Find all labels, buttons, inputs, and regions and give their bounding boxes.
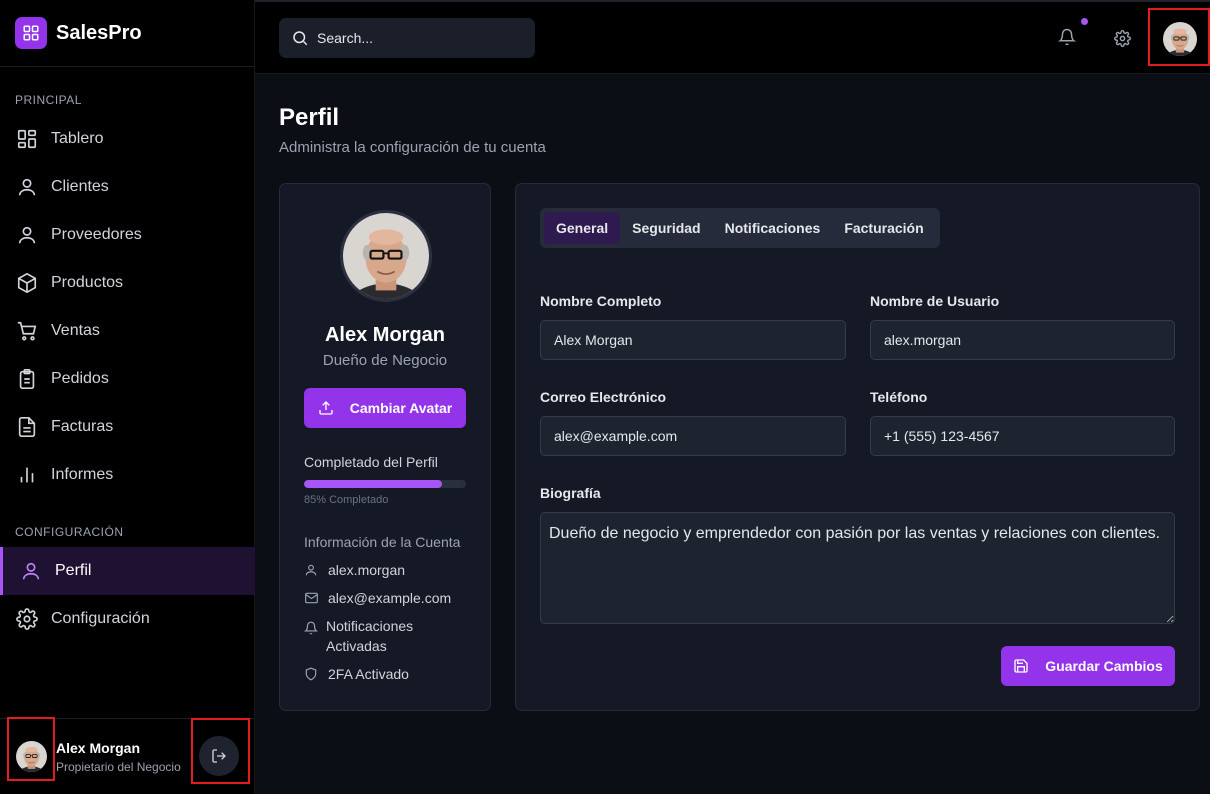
user-icon [15, 175, 39, 199]
section-label-configuracion: CONFIGURACIÓN [15, 525, 124, 539]
settings-card: General Seguridad Notificaciones Factura… [515, 183, 1200, 711]
sidebar-item-label: Configuración [51, 610, 150, 627]
completion-text: 85% Completado [304, 494, 389, 506]
shield-icon [304, 664, 320, 686]
profile-avatar [340, 210, 432, 302]
change-avatar-button[interactable]: Cambiar Avatar [304, 388, 466, 428]
email-label: Correo Electrónico [540, 389, 667, 405]
tab-facturacion[interactable]: Facturación [832, 212, 935, 244]
main-content: Perfil Administra la configuración de tu… [255, 74, 1210, 794]
save-label: Guardar Cambios [1045, 658, 1163, 674]
sidebar-item-label: Tablero [51, 130, 104, 147]
sidebar-item-label: Facturas [51, 418, 114, 435]
logout-button[interactable] [199, 736, 239, 776]
sidebar-item-configuracion[interactable]: Configuración [0, 595, 255, 643]
settings-button[interactable] [1114, 30, 1131, 52]
notification-badge [1081, 18, 1088, 25]
sidebar-item-label: Productos [51, 274, 124, 291]
full-name-field[interactable] [540, 320, 846, 360]
completion-progress-bar [304, 480, 466, 488]
brand-name: SalesPro [56, 21, 142, 44]
footer-user-role: Propietario del Negocio [56, 760, 181, 774]
bar-chart-icon [15, 463, 39, 487]
account-info-row: alex@example.com [304, 588, 451, 610]
account-notifications: Notificaciones Activadas [326, 618, 414, 654]
file-icon [15, 415, 39, 439]
tab-notificaciones[interactable]: Notificaciones [713, 212, 833, 244]
profile-role: Dueño de Negocio [322, 352, 448, 369]
account-info-row: alex.morgan [304, 560, 405, 582]
notifications-button[interactable] [1057, 28, 1077, 51]
account-2fa: 2FA Activado [328, 666, 409, 682]
sidebar-item-label: Proveedores [51, 226, 142, 243]
bell-icon [1057, 28, 1077, 46]
cart-icon [15, 319, 39, 343]
page-subtitle: Administra la configuración de tu cuenta [279, 139, 546, 156]
section-label-principal: PRINCIPAL [15, 93, 82, 107]
save-icon [1014, 659, 1028, 673]
search-box[interactable] [279, 18, 535, 58]
sidebar-item-label: Informes [51, 466, 114, 483]
tab-general[interactable]: General [544, 212, 621, 244]
sidebar-item-ventas[interactable]: Ventas [0, 307, 255, 355]
sidebar-item-proveedores[interactable]: Proveedores [0, 211, 255, 259]
account-info-row: 2FA Activado [304, 664, 409, 686]
username-label: Nombre de Usuario [870, 293, 1000, 309]
bell-icon [303, 616, 319, 640]
sidebar-item-productos[interactable]: Productos [0, 259, 255, 307]
sidebar-item-clientes[interactable]: Clientes [0, 163, 255, 211]
sidebar-item-perfil[interactable]: Perfil [0, 547, 255, 595]
clipboard-icon [15, 367, 39, 391]
settings-tabs: General Seguridad Notificaciones Factura… [540, 208, 940, 248]
username-field[interactable] [870, 320, 1175, 360]
box-icon [15, 271, 39, 295]
change-avatar-label: Cambiar Avatar [349, 400, 453, 416]
user-icon [15, 223, 39, 247]
topbar [255, 0, 1210, 74]
brand[interactable]: SalesPro [0, 0, 254, 67]
sidebar-item-label: Clientes [51, 178, 109, 195]
upload-icon [319, 401, 333, 415]
avatar[interactable] [16, 741, 47, 772]
gear-icon [1114, 30, 1131, 47]
account-username: alex.morgan [328, 562, 406, 578]
user-icon [19, 559, 43, 583]
account-email: alex@example.com [328, 590, 452, 606]
completion-progress-fill [304, 480, 442, 488]
sidebar-item-facturas[interactable]: Facturas [0, 403, 255, 451]
gear-icon [15, 607, 39, 631]
email-field[interactable] [540, 416, 846, 456]
full-name-label: Nombre Completo [540, 293, 662, 309]
phone-field[interactable] [870, 416, 1175, 456]
footer-user-name: Alex Morgan [56, 740, 141, 756]
profile-card: Alex Morgan Dueño de Negocio Cambiar Ava… [279, 183, 491, 711]
sidebar-item-label: Perfil [55, 562, 92, 579]
page-title: Perfil [279, 104, 340, 131]
tab-seguridad[interactable]: Seguridad [620, 212, 712, 244]
sidebar-item-label: Pedidos [51, 370, 109, 387]
brand-logo-icon [15, 17, 47, 49]
sidebar-user-footer: Alex Morgan Propietario del Negocio [0, 718, 255, 794]
search-icon [293, 31, 308, 46]
sidebar-item-pedidos[interactable]: Pedidos [0, 355, 255, 403]
sidebar-item-tablero[interactable]: Tablero [0, 115, 255, 163]
user-icon [304, 560, 320, 582]
sidebar: SalesPro PRINCIPAL Tablero Clientes Prov… [0, 0, 255, 794]
save-button[interactable]: Guardar Cambios [1001, 646, 1175, 686]
account-info-row: Notificaciones Activadas [303, 616, 424, 656]
mail-icon [304, 588, 320, 610]
dashboard-icon [15, 127, 39, 151]
bio-label: Biografía [540, 485, 601, 501]
account-info-title: Información de la Cuenta [304, 534, 461, 550]
search-input[interactable] [317, 30, 517, 46]
logout-icon [212, 749, 226, 763]
sidebar-item-informes[interactable]: Informes [0, 451, 255, 499]
phone-label: Teléfono [870, 389, 928, 405]
completion-label: Completado del Perfil [304, 454, 438, 470]
sidebar-item-label: Ventas [51, 322, 100, 339]
profile-name: Alex Morgan [324, 324, 446, 346]
bio-field[interactable]: Dueño de negocio y emprendedor con pasió… [540, 512, 1175, 624]
user-avatar-button[interactable] [1163, 22, 1197, 56]
